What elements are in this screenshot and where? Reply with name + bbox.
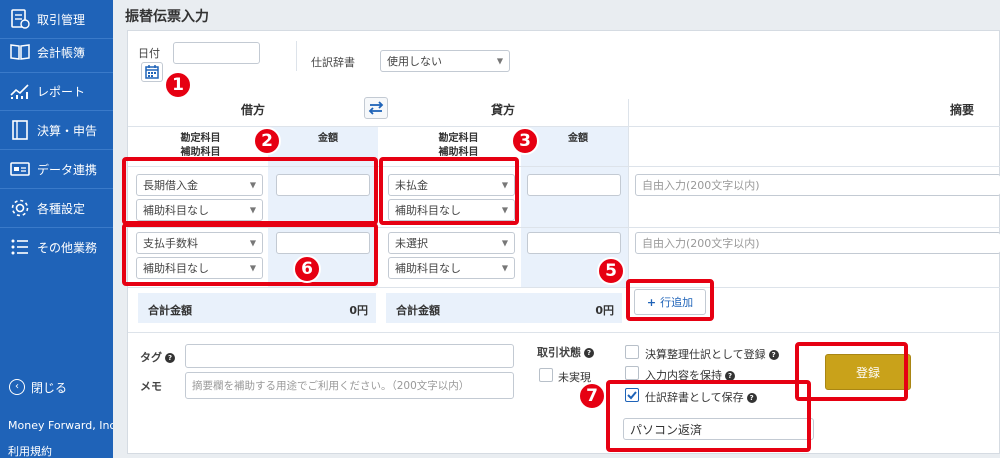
sidebar-item-data-link[interactable]: データ連携 bbox=[0, 150, 113, 188]
credit-header: 貸方 bbox=[491, 103, 516, 117]
calendar-icon bbox=[145, 65, 159, 79]
sidebar-item-settings[interactable]: 各種設定 bbox=[0, 189, 113, 227]
help-icon: ? bbox=[768, 350, 779, 360]
annotation-box-2 bbox=[122, 157, 378, 225]
memo-textarea[interactable]: 摘要欄を補助する用途でご利用ください。（200文字以内） bbox=[185, 372, 514, 399]
sidebar-item-label: 決算・申告 bbox=[37, 123, 98, 138]
sidebar-close-button[interactable]: ‹ 閉じる bbox=[0, 376, 113, 398]
date-input[interactable] bbox=[173, 42, 260, 64]
credit-amount-subheader: 金額 bbox=[568, 133, 588, 144]
help-icon: ? bbox=[165, 353, 175, 363]
list-icon bbox=[11, 239, 28, 255]
report-chart-icon bbox=[10, 84, 29, 99]
annotation-box-5 bbox=[626, 279, 714, 321]
keep-input-checkbox[interactable] bbox=[625, 366, 639, 380]
journal-dict-select[interactable]: 使用しない ▼ bbox=[380, 50, 510, 72]
terms-link[interactable]: 利用規約 bbox=[8, 443, 52, 458]
annotation-badge-6: 6 bbox=[293, 255, 321, 283]
page-title: 振替伝票入力 bbox=[125, 9, 209, 25]
row-memo-input[interactable]: 自由入力(200文字以内) bbox=[635, 232, 1000, 254]
debit-amount-subheader: 金額 bbox=[318, 133, 338, 144]
credit-amount-input[interactable] bbox=[527, 174, 621, 196]
date-label: 日付 bbox=[138, 47, 160, 60]
unrealized-checkbox[interactable] bbox=[539, 368, 553, 382]
main-content: 振替伝票入力 日付 仕訳辞書 使用しない ▼ 借方 貸方 摘要 勘定科目 補助科目 … bbox=[113, 0, 1000, 458]
credit-total: 合計金額 0円 bbox=[386, 293, 622, 323]
memo-column-header: 摘要 bbox=[950, 103, 975, 117]
settlement-checkbox[interactable] bbox=[625, 345, 639, 359]
annotation-badge-7: 7 bbox=[578, 382, 606, 410]
debit-header: 借方 bbox=[241, 103, 266, 117]
chevron-down-icon: ▼ bbox=[501, 263, 508, 273]
swap-icon bbox=[368, 101, 384, 115]
settlement-label: 決算整理仕訳として登録? bbox=[645, 346, 779, 362]
sidebar-item-ledger[interactable]: 会計帳簿 bbox=[0, 33, 113, 71]
annotation-box-3 bbox=[379, 157, 519, 225]
calendar-button[interactable] bbox=[141, 62, 163, 82]
annotation-box-7 bbox=[606, 380, 811, 452]
chevron-left-icon: ‹ bbox=[9, 379, 25, 395]
data-link-icon bbox=[10, 162, 30, 176]
help-icon: ? bbox=[584, 348, 594, 358]
sidebar-item-label: データ連携 bbox=[37, 162, 98, 177]
chevron-down-icon: ▼ bbox=[496, 56, 503, 66]
row-memo-input[interactable]: 自由入力(200文字以内) bbox=[635, 174, 1000, 196]
chevron-down-icon: ▼ bbox=[501, 238, 508, 248]
sidebar-item-label: 会計帳簿 bbox=[37, 45, 86, 60]
sidebar-item-report[interactable]: レポート bbox=[0, 72, 113, 110]
swap-debit-credit-button[interactable] bbox=[364, 97, 388, 119]
credit-account-select[interactable]: 未選択 ▼ bbox=[388, 232, 515, 254]
sidebar-item-label: 各種設定 bbox=[37, 201, 86, 216]
debit-account-subheader: 勘定科目 補助科目 bbox=[180, 133, 221, 158]
ledger-book-icon bbox=[10, 44, 30, 60]
credit-account-subheader: 勘定科目 補助科目 bbox=[438, 133, 479, 158]
gear-icon bbox=[11, 199, 29, 217]
journal-dict-label: 仕訳辞書 bbox=[311, 56, 355, 69]
memo-label: メモ bbox=[140, 380, 162, 393]
annotation-badge-5: 5 bbox=[597, 257, 625, 285]
sidebar-item-label: 取引管理 bbox=[37, 12, 86, 27]
sidebar-item-label: レポート bbox=[37, 84, 86, 99]
tag-input[interactable] bbox=[185, 344, 514, 368]
status-label: 取引状態? bbox=[537, 344, 594, 360]
tag-label: タグ? bbox=[140, 349, 175, 365]
sidebar-item-other[interactable]: その他業務 bbox=[0, 228, 113, 266]
credit-sub-account-select[interactable]: 補助科目なし ▼ bbox=[388, 257, 515, 279]
settlement-icon bbox=[12, 120, 28, 140]
sidebar-item-label: その他業務 bbox=[37, 240, 98, 255]
annotation-badge-3: 3 bbox=[511, 127, 539, 155]
debit-total: 合計金額 0円 bbox=[138, 293, 376, 323]
transactions-icon bbox=[11, 9, 30, 29]
company-name: Money Forward, Inc. bbox=[8, 419, 119, 432]
sidebar-item-settlement[interactable]: 決算・申告 bbox=[0, 111, 113, 149]
credit-amount-input[interactable] bbox=[527, 232, 621, 254]
annotation-badge-1: 1 bbox=[164, 71, 192, 99]
annotation-box-register bbox=[795, 342, 908, 401]
sidebar: 取引管理 会計帳簿 レポート 決算・申告 データ連携 各種設定 その他業務 ‹ … bbox=[0, 0, 119, 458]
annotation-badge-2: 2 bbox=[253, 127, 281, 155]
annotation-box-6 bbox=[122, 223, 378, 286]
